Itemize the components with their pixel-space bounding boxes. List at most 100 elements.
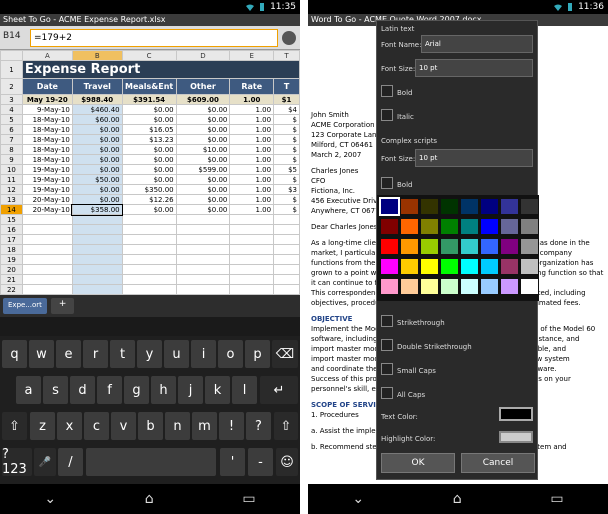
color-swatch[interactable] xyxy=(521,219,538,234)
color-swatch[interactable] xyxy=(381,239,398,254)
table-cell[interactable]: $ xyxy=(273,154,300,165)
table-cell[interactable] xyxy=(273,234,300,245)
table-cell[interactable]: $460.40 xyxy=(71,104,123,115)
color-swatch[interactable] xyxy=(521,239,538,254)
table-cell[interactable]: $0.00 xyxy=(71,194,123,205)
table-cell[interactable]: $0.00 xyxy=(175,204,231,215)
home-icon[interactable]: ⌂ xyxy=(453,491,462,507)
color-swatch[interactable] xyxy=(501,239,518,254)
table-cell[interactable]: $0.00 xyxy=(175,154,231,165)
table-cell[interactable]: May 19-20 xyxy=(21,94,73,105)
table-cell[interactable]: $60.00 xyxy=(71,114,123,125)
table-cell[interactable] xyxy=(71,254,123,265)
table-cell[interactable] xyxy=(71,244,123,255)
table-cell[interactable]: 1.00 xyxy=(229,114,275,125)
table-cell[interactable]: $ xyxy=(273,204,300,215)
table-cell[interactable]: $0.00 xyxy=(121,104,177,115)
table-cell[interactable]: $ xyxy=(273,174,300,185)
table-cell[interactable]: $0.00 xyxy=(175,184,231,195)
formula-input[interactable]: =179+2 xyxy=(30,29,278,47)
key-p[interactable]: p xyxy=(245,340,270,368)
cs-font-size-select[interactable]: 10 pt xyxy=(415,149,533,167)
column-header[interactable]: T xyxy=(273,50,300,61)
table-cell[interactable] xyxy=(175,234,231,245)
table-cell[interactable] xyxy=(121,284,177,295)
table-cell[interactable] xyxy=(121,234,177,245)
enter-key[interactable]: ↵ xyxy=(260,376,298,404)
recents-icon[interactable]: ▭ xyxy=(242,491,255,507)
table-cell[interactable]: $3 xyxy=(273,184,300,195)
column-header[interactable]: C xyxy=(121,50,177,61)
column-header[interactable]: B xyxy=(71,50,123,61)
color-swatch[interactable] xyxy=(441,279,458,294)
table-cell[interactable]: 18-May-10 xyxy=(21,124,73,135)
table-cell[interactable]: $ xyxy=(273,124,300,135)
table-cell[interactable]: $0.00 xyxy=(175,104,231,115)
backspace-key[interactable]: ⌫ xyxy=(272,340,298,368)
table-cell[interactable]: Date xyxy=(21,78,73,95)
color-swatch[interactable] xyxy=(461,199,478,214)
row-header[interactable]: 3 xyxy=(0,94,23,105)
table-cell[interactable] xyxy=(229,234,275,245)
table-cell[interactable]: $0.00 xyxy=(121,144,177,155)
color-swatch[interactable] xyxy=(461,219,478,234)
table-cell[interactable] xyxy=(175,264,231,275)
key-t[interactable]: t xyxy=(110,340,135,368)
key-g[interactable]: g xyxy=(124,376,149,404)
spreadsheet-grid[interactable]: A B C D E T 1 Expense Report 2 Date Travel Me… xyxy=(0,50,300,295)
small-caps-checkbox[interactable] xyxy=(381,363,393,375)
table-cell[interactable]: $0.00 xyxy=(121,114,177,125)
table-cell[interactable]: $5 xyxy=(273,164,300,175)
color-swatch[interactable] xyxy=(401,259,418,274)
table-cell[interactable]: 1.00 xyxy=(229,94,275,105)
table-cell[interactable]: 1.00 xyxy=(229,184,275,195)
key-l[interactable]: l xyxy=(232,376,257,404)
table-cell[interactable]: $0.00 xyxy=(71,164,123,175)
table-cell[interactable]: $16.05 xyxy=(121,124,177,135)
emoji-key[interactable]: ☺ xyxy=(276,448,298,476)
color-swatch[interactable] xyxy=(401,199,418,214)
key-y[interactable]: y xyxy=(137,340,162,368)
color-swatch[interactable] xyxy=(481,279,498,294)
table-cell[interactable]: 18-May-10 xyxy=(21,134,73,145)
key-o[interactable]: o xyxy=(218,340,243,368)
font-name-select[interactable]: Arial xyxy=(421,35,533,53)
key-slash[interactable]: / xyxy=(58,448,83,476)
color-swatch[interactable] xyxy=(421,239,438,254)
table-cell[interactable]: 18-May-10 xyxy=(21,114,73,125)
table-cell[interactable]: Rate xyxy=(229,78,275,95)
row-header[interactable]: 14 xyxy=(0,204,23,215)
table-cell[interactable]: $50.00 xyxy=(71,174,123,185)
table-cell[interactable]: 20-May-10 xyxy=(21,194,73,205)
table-cell[interactable]: $4 xyxy=(273,104,300,115)
formula-accept-icon[interactable] xyxy=(282,31,296,45)
table-cell[interactable]: $0.00 xyxy=(71,184,123,195)
row-header[interactable]: 18 xyxy=(0,244,23,255)
table-cell[interactable]: $0.00 xyxy=(175,124,231,135)
row-header[interactable]: 7 xyxy=(0,134,23,145)
table-cell[interactable] xyxy=(71,224,123,235)
table-cell[interactable]: $0.00 xyxy=(175,134,231,145)
color-swatch[interactable] xyxy=(401,239,418,254)
table-cell[interactable]: 19-May-10 xyxy=(21,164,73,175)
row-header[interactable]: 5 xyxy=(0,114,23,125)
table-cell[interactable] xyxy=(175,274,231,285)
table-cell[interactable] xyxy=(229,244,275,255)
table-cell[interactable]: $0.00 xyxy=(175,194,231,205)
color-swatch[interactable] xyxy=(481,219,498,234)
table-cell[interactable] xyxy=(175,284,231,295)
table-cell[interactable]: $391.54 xyxy=(121,94,177,105)
row-header[interactable]: 12 xyxy=(0,184,23,195)
table-cell[interactable] xyxy=(273,284,300,295)
shift-key-right[interactable]: ⇧ xyxy=(274,412,298,440)
row-header[interactable]: 8 xyxy=(0,144,23,155)
table-cell[interactable]: $0.00 xyxy=(121,164,177,175)
add-sheet-button[interactable]: + xyxy=(50,298,75,314)
table-cell[interactable]: $609.00 xyxy=(175,94,231,105)
highlight-color-swatch[interactable] xyxy=(499,431,533,443)
color-swatch[interactable] xyxy=(441,199,458,214)
table-cell[interactable] xyxy=(21,234,73,245)
table-cell[interactable]: T xyxy=(273,78,300,95)
table-cell[interactable]: Meals&Ent xyxy=(121,78,177,95)
sheet-tab[interactable]: Expe...ort xyxy=(3,298,47,314)
